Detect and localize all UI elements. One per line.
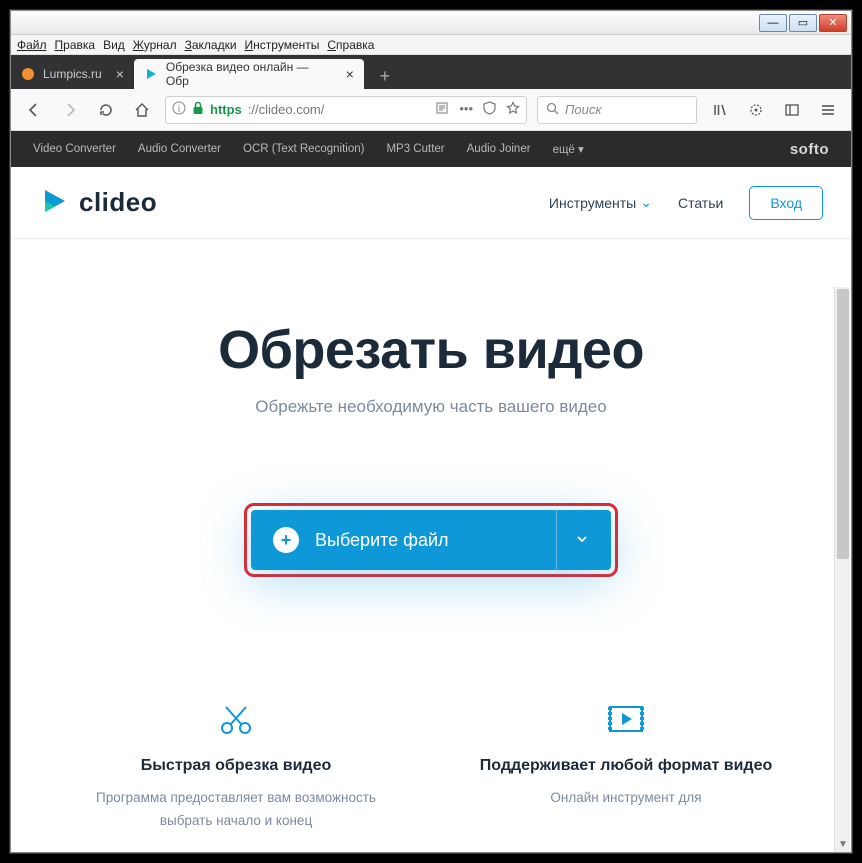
library-icon[interactable] — [707, 97, 733, 123]
choose-file-button[interactable]: + Выберите файл — [251, 510, 611, 570]
window-maximize-button[interactable]: ▭ — [789, 14, 817, 32]
cta-label: Выберите файл — [315, 530, 449, 551]
browser-toolbar: i https ://clideo.com/ ••• — [11, 89, 851, 131]
search-icon — [546, 102, 559, 118]
page-viewport: Video Converter Audio Converter OCR (Tex… — [11, 131, 851, 852]
favicon-orange-icon — [21, 67, 35, 81]
reader-mode-icon[interactable] — [435, 101, 449, 118]
feature-desc: Онлайн инструмент для — [476, 787, 776, 810]
nav-tools-dropdown[interactable]: Инструменты ⌄ — [549, 194, 652, 211]
chevron-down-icon: ⌄ — [640, 194, 652, 211]
nav-tools-label: Инструменты — [549, 195, 636, 211]
protection-icon[interactable] — [483, 101, 496, 118]
softo-top-strip: Video Converter Audio Converter OCR (Tex… — [11, 131, 851, 167]
page-actions-icon[interactable]: ••• — [459, 101, 473, 118]
plus-circle-icon: + — [273, 527, 299, 553]
page-title: Обрезать видео — [11, 319, 851, 381]
video-format-icon — [476, 697, 776, 741]
feature-card: Быстрая обрезка видео Программа предоста… — [86, 697, 386, 833]
login-button[interactable]: Вход — [749, 186, 823, 220]
home-button[interactable] — [129, 97, 155, 123]
strip-more[interactable]: ещё ▾ — [553, 142, 584, 156]
menu-help[interactable]: Справка — [327, 38, 374, 52]
browser-menu-bar: Файл Правка Вид Журнал Закладки Инструме… — [11, 35, 851, 55]
scissors-icon — [86, 697, 386, 741]
url-scheme: https — [210, 102, 242, 117]
cta-dropdown[interactable] — [556, 510, 589, 570]
back-button[interactable] — [21, 97, 47, 123]
softo-brand: softo — [790, 141, 829, 158]
clideo-logo[interactable]: clideo — [39, 186, 157, 219]
nav-articles-link[interactable]: Статьи — [678, 195, 723, 211]
menu-view[interactable]: Вид — [103, 38, 125, 52]
scroll-down-arrow-icon[interactable]: ▼ — [835, 836, 851, 852]
strip-link[interactable]: MP3 Cutter — [386, 143, 444, 155]
address-bar[interactable]: i https ://clideo.com/ ••• — [165, 96, 527, 124]
feature-title: Быстрая обрезка видео — [86, 757, 386, 775]
window-titlebar: — ▭ ✕ — [11, 11, 851, 35]
hamburger-menu-icon[interactable] — [815, 97, 841, 123]
features-section: Быстрая обрезка видео Программа предоста… — [11, 697, 851, 833]
tab-close-icon[interactable]: × — [116, 66, 124, 82]
new-tab-button[interactable]: + — [372, 63, 398, 89]
hero-section: Обрезать видео Обрежьте необходимую част… — [11, 239, 851, 833]
window-close-button[interactable]: ✕ — [819, 14, 847, 32]
menu-tools[interactable]: Инструменты — [245, 38, 320, 52]
strip-link[interactable]: Video Converter — [33, 143, 116, 155]
info-icon[interactable]: i — [172, 101, 186, 118]
tab-bar: Lumpics.ru × Обрезка видео онлайн — Обр … — [11, 55, 851, 89]
tab-label: Lumpics.ru — [43, 67, 102, 81]
search-box[interactable]: Поиск — [537, 96, 697, 124]
play-logo-icon — [39, 186, 69, 219]
lock-icon — [192, 101, 204, 118]
search-placeholder: Поиск — [565, 102, 602, 117]
site-header: clideo Инструменты ⌄ Статьи Вход — [11, 167, 851, 239]
chevron-down-icon — [575, 530, 589, 551]
menu-file[interactable]: Файл — [17, 38, 47, 52]
strip-link[interactable]: OCR (Text Recognition) — [243, 143, 364, 155]
svg-text:i: i — [178, 104, 180, 115]
logo-text: clideo — [79, 187, 157, 218]
menu-bookmarks[interactable]: Закладки — [185, 38, 237, 52]
feature-title: Поддерживает любой формат видео — [476, 757, 776, 775]
sidebar-icon[interactable] — [779, 97, 805, 123]
annotation-highlight: + Выберите файл — [244, 503, 618, 577]
tab-clideo[interactable]: Обрезка видео онлайн — Обр × — [134, 59, 364, 89]
feature-card: Поддерживает любой формат видео Онлайн и… — [476, 697, 776, 833]
menu-edit[interactable]: Правка — [55, 38, 96, 52]
tab-lumpics[interactable]: Lumpics.ru × — [11, 59, 134, 89]
vertical-scrollbar[interactable]: ▲ ▼ — [834, 287, 850, 852]
strip-link[interactable]: Audio Joiner — [467, 143, 531, 155]
page-subtitle: Обрежьте необходимую часть вашего видео — [11, 397, 851, 417]
url-host: ://clideo.com/ — [248, 102, 325, 117]
menu-history[interactable]: Журнал — [133, 38, 177, 52]
extension-icon[interactable] — [743, 97, 769, 123]
bookmark-star-icon[interactable] — [506, 101, 520, 118]
strip-link[interactable]: Audio Converter — [138, 143, 221, 155]
reload-button[interactable] — [93, 97, 119, 123]
scroll-thumb[interactable] — [837, 289, 849, 559]
window-minimize-button[interactable]: — — [759, 14, 787, 32]
favicon-play-icon — [144, 67, 158, 81]
forward-button[interactable] — [57, 97, 83, 123]
tab-label: Обрезка видео онлайн — Обр — [166, 60, 332, 88]
feature-desc: Программа предоставляет вам возможность … — [86, 787, 386, 833]
tab-close-icon[interactable]: × — [346, 66, 354, 82]
